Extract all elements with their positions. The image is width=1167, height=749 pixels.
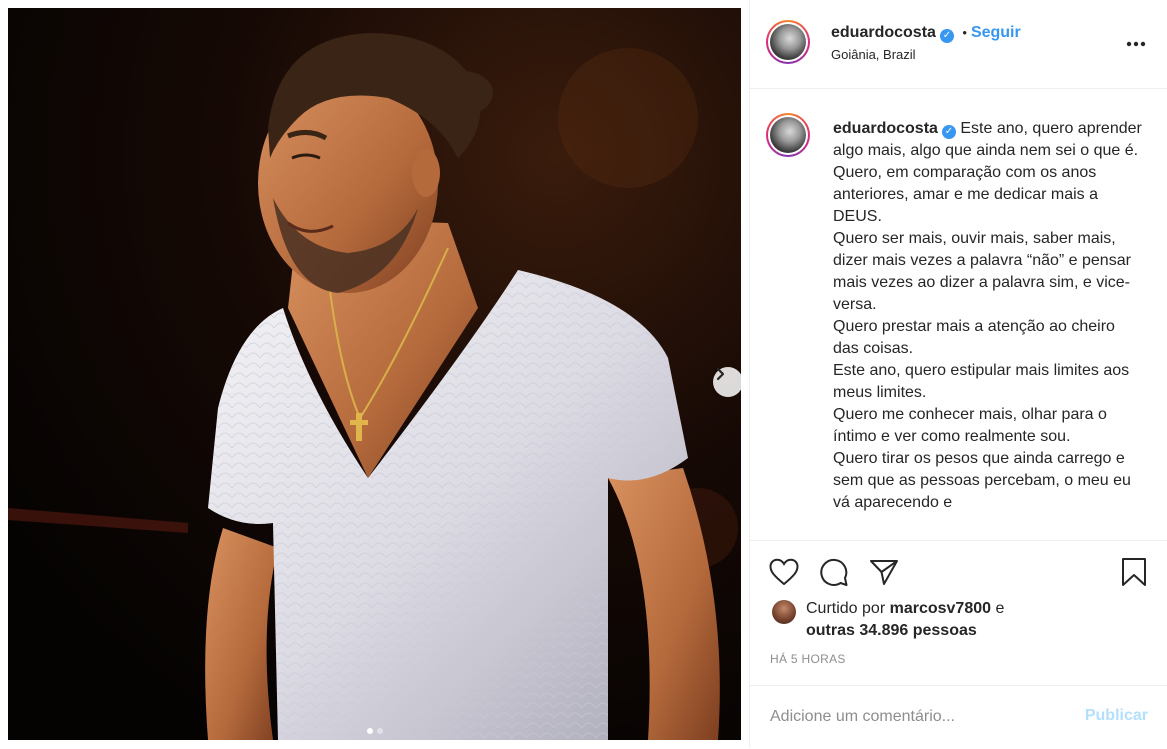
- caption-body: Este ano, quero aprender algo mais, algo…: [833, 120, 1142, 511]
- liker-avatar[interactable]: [772, 600, 796, 624]
- caption-author-avatar[interactable]: [766, 113, 810, 157]
- liker-username[interactable]: marcosv7800: [890, 600, 991, 617]
- likes-prefix: Curtido por: [806, 600, 890, 617]
- likes-others-link[interactable]: outras 34.896 pessoas: [806, 622, 977, 639]
- more-options-icon[interactable]: [1126, 30, 1146, 53]
- publish-button[interactable]: Publicar: [1085, 707, 1148, 725]
- paper-plane-icon: [870, 560, 898, 585]
- bookmark-icon: [1122, 558, 1146, 586]
- next-photo-button[interactable]: [713, 367, 741, 397]
- author-avatar[interactable]: [766, 20, 810, 64]
- comment-icon: [820, 558, 848, 586]
- instagram-post: eduardocosta ✓ • Seguir Goiânia, Brazil ed…: [0, 0, 1167, 748]
- action-bar: [750, 540, 1167, 601]
- carousel-dot: [376, 728, 383, 734]
- follow-button[interactable]: Seguir: [971, 24, 1021, 41]
- avatar-image: [770, 24, 806, 60]
- caption-username[interactable]: eduardocosta: [833, 120, 938, 137]
- caption-text: eduardocosta ✓ Este ano, quero aprender a…: [833, 118, 1143, 514]
- verified-badge-icon: ✓: [941, 125, 956, 139]
- comment-form: Publicar: [750, 685, 1167, 749]
- post-timestamp[interactable]: HÁ 5 HORAS: [770, 652, 846, 666]
- photo-illustration: [8, 8, 741, 740]
- carousel-dot-active: [366, 728, 373, 734]
- comment-button[interactable]: [817, 555, 851, 589]
- avatar-image: [770, 117, 806, 153]
- save-button[interactable]: [1117, 555, 1151, 589]
- heart-icon: [769, 558, 799, 586]
- separator-dot: •: [962, 25, 967, 40]
- verified-badge-icon: ✓: [939, 29, 954, 43]
- carousel-indicator: [8, 728, 741, 734]
- comment-input[interactable]: [768, 704, 1072, 730]
- like-button[interactable]: [767, 555, 801, 589]
- chevron-right-icon: [716, 367, 725, 381]
- ellipsis-icon: [1126, 41, 1146, 47]
- share-button[interactable]: [867, 555, 901, 589]
- post-header: eduardocosta ✓ • Seguir Goiânia, Brazil: [750, 0, 1167, 89]
- post-photo[interactable]: [8, 8, 741, 740]
- post-location[interactable]: Goiânia, Brazil: [831, 47, 916, 62]
- caption-section: eduardocosta ✓ Este ano, quero aprender a…: [750, 89, 1167, 539]
- likes-connector: e: [991, 600, 1005, 617]
- author-username[interactable]: eduardocosta: [831, 24, 936, 41]
- likes-text: Curtido por marcosv7800 e outras 34.896 p…: [806, 598, 1146, 642]
- post-details-panel: eduardocosta ✓ • Seguir Goiânia, Brazil ed…: [749, 0, 1167, 748]
